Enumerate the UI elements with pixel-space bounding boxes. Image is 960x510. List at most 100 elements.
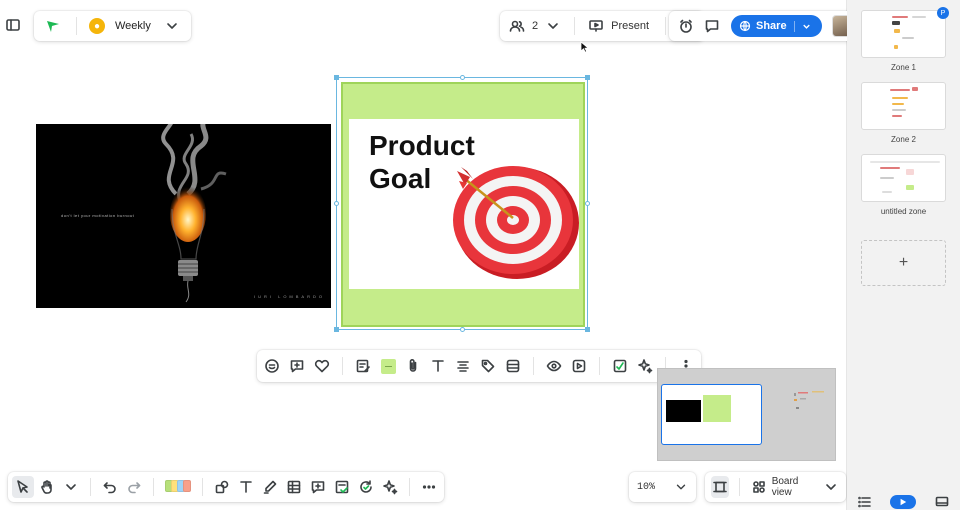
minimap-far-content [794,391,824,409]
resize-handle[interactable] [334,75,339,80]
divider [738,478,740,496]
thumb-mark [870,161,940,163]
redo-icon[interactable] [123,476,145,498]
resize-handle[interactable] [334,327,339,332]
text-icon[interactable] [427,355,449,377]
product-goal-selection[interactable]: Product Goal [334,75,590,332]
zoom-level: 10% [637,481,656,493]
comment-icon[interactable] [701,15,723,37]
users-icon[interactable] [506,15,528,37]
sticky-notes-tool[interactable] [165,480,191,494]
resize-handle[interactable] [460,327,465,332]
divider [153,478,154,496]
zone-thumbnail-1[interactable] [861,10,946,58]
attachment-icon[interactable] [402,355,424,377]
sidebar-toggle-icon[interactable] [2,14,24,36]
product-goal-image: Product Goal [349,119,579,289]
chevron-down-icon[interactable] [542,15,564,37]
eye-icon[interactable] [543,355,565,377]
board-view-icon [750,476,768,498]
board-name[interactable]: Weekly [115,20,151,32]
screen-icon[interactable] [931,491,953,510]
frame-icon[interactable] [711,476,729,498]
more-horizontal-icon[interactable] [418,476,440,498]
divider [202,478,203,496]
app-logo-icon[interactable] [42,15,64,37]
mouse-cursor-icon [580,41,589,53]
edit-note-icon[interactable] [352,355,374,377]
zoom-control[interactable]: 10% [629,472,696,502]
share-label: Share [756,20,787,32]
hand-tool-icon[interactable] [36,476,58,498]
divider [574,17,576,35]
chevron-down-icon[interactable] [161,15,183,37]
zones-footer [847,493,960,510]
burning-bulb-image[interactable]: don't let your motivation burnout IURI L… [36,124,331,308]
card-layout-icon[interactable] [502,355,524,377]
share-button[interactable]: Share [731,15,822,37]
thumb-mark [894,45,898,49]
zone-thumbnail-3[interactable] [861,154,946,202]
creation-toolbar [8,472,444,502]
thumb-mark [894,29,900,33]
thumb-mark [890,89,910,91]
present-button[interactable]: Present [611,20,649,32]
chevron-down-icon[interactable] [674,476,688,498]
chevron-down-icon[interactable] [60,476,82,498]
divider [665,17,667,35]
timer-icon[interactable] [675,15,697,37]
thumb-mark [892,16,908,18]
add-comment-icon[interactable] [286,355,308,377]
text-tool-icon[interactable] [235,476,257,498]
play-presentation-button[interactable] [890,494,917,509]
thumb-mark [892,21,900,25]
board-view-button[interactable]: Board view [772,476,812,498]
zone-label-2: Zone 2 [891,135,916,144]
chevron-down-icon[interactable] [822,476,840,498]
element-context-toolbar [257,350,701,382]
card-tool-icon[interactable] [331,476,353,498]
zone-thumbnail-2[interactable] [861,82,946,130]
add-zone-button[interactable]: + [861,240,946,286]
comment-tool-icon[interactable] [307,476,329,498]
ai-sparkle-icon[interactable] [379,476,401,498]
thumb-mark [912,16,926,18]
board-menu: ● Weekly [34,11,191,41]
tag-icon[interactable] [477,355,499,377]
resize-handle[interactable] [460,75,465,80]
resize-handle[interactable] [334,201,339,206]
fill-color-button[interactable] [377,355,399,377]
thumb-mark [880,177,894,179]
undo-icon[interactable] [99,476,121,498]
bulb-caption: don't let your motivation burnout [61,213,135,218]
resize-handle[interactable] [585,201,590,206]
table-tool-icon[interactable] [283,476,305,498]
zone-label-3: untitled zone [880,207,927,216]
chevron-down-icon[interactable] [793,20,812,32]
convert-icon[interactable] [609,355,631,377]
zones-badge[interactable]: P [937,7,949,19]
divider [533,357,534,375]
shapes-tool-icon[interactable] [211,476,233,498]
align-center-icon[interactable] [452,355,474,377]
bulb-signature: IURI LOMBARDO [253,294,325,299]
present-icon [585,15,607,37]
divider [90,478,91,496]
thumb-mark [880,167,900,169]
minimap[interactable] [657,368,836,461]
sync-tool-icon[interactable] [355,476,377,498]
resize-handle[interactable] [585,327,590,332]
list-icon[interactable] [854,491,876,510]
emoji-icon[interactable] [261,355,283,377]
thumb-mark [906,169,914,175]
pen-tool-icon[interactable] [259,476,281,498]
ai-sparkle-icon[interactable] [634,355,656,377]
board-canvas[interactable]: ● Weekly 2 Present Share don't let your … [0,0,860,510]
heart-icon[interactable] [311,355,333,377]
select-tool-icon[interactable] [12,476,34,498]
resize-handle[interactable] [585,75,590,80]
product-goal-card[interactable]: Product Goal [341,82,585,327]
minimap-viewport[interactable] [661,384,762,445]
play-icon[interactable] [568,355,590,377]
zone-label-1: Zone 1 [891,63,916,72]
